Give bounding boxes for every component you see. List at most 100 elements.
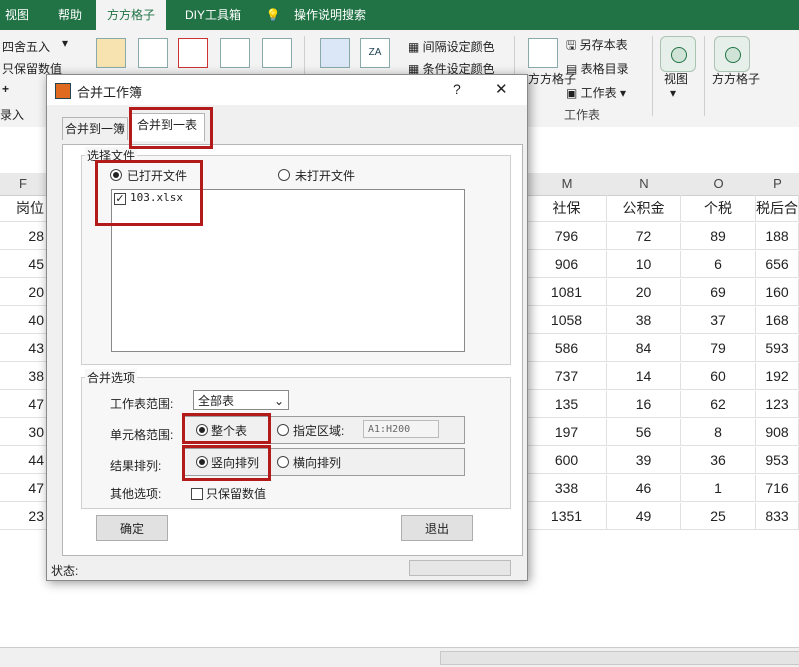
table-cell[interactable]: 47: [0, 391, 46, 418]
column-header-p[interactable]: P: [756, 173, 799, 196]
worksheet-button[interactable]: ▣ 工作表 ▾: [566, 84, 626, 101]
insert-icon[interactable]: [138, 38, 168, 68]
table-cell[interactable]: 135: [527, 391, 607, 418]
table-cell[interactable]: 72: [607, 223, 681, 250]
table-cell[interactable]: 8: [681, 419, 756, 446]
table-cell[interactable]: 43: [0, 335, 46, 362]
table-cell[interactable]: 20: [607, 279, 681, 306]
exit-button[interactable]: 退出: [401, 515, 473, 541]
table-cell[interactable]: 197: [527, 419, 607, 446]
header-cell[interactable]: 税后合: [756, 195, 799, 222]
table-cell[interactable]: 123: [756, 391, 799, 418]
round-button[interactable]: 四舍五入: [2, 38, 50, 55]
table-cell[interactable]: 14: [607, 363, 681, 390]
table-cell[interactable]: 46: [607, 475, 681, 502]
sheet-range-select[interactable]: 全部表 ⌄: [193, 390, 289, 410]
table-cell[interactable]: 44: [0, 447, 46, 474]
table-cell[interactable]: 796: [527, 223, 607, 250]
table-cell[interactable]: 37: [681, 307, 756, 334]
header-cell[interactable]: 公积金: [607, 195, 681, 222]
table-cell[interactable]: 16: [607, 391, 681, 418]
chevron-down-icon[interactable]: ▾: [62, 36, 68, 50]
values-only-checkbox[interactable]: [191, 488, 203, 500]
table-cell[interactable]: 338: [527, 475, 607, 502]
table-cell[interactable]: 36: [681, 447, 756, 474]
column-header-o[interactable]: O: [681, 173, 757, 196]
unopened-files-radio[interactable]: [278, 169, 290, 181]
table-cell[interactable]: 20: [0, 279, 46, 306]
tab-search[interactable]: 操作说明搜索: [290, 0, 370, 30]
table-cell[interactable]: 188: [756, 223, 799, 250]
column-header-m[interactable]: M: [527, 173, 608, 196]
table-cell[interactable]: 56: [607, 419, 681, 446]
horizontal-radio[interactable]: [277, 456, 289, 468]
table-cell[interactable]: 6: [681, 251, 756, 278]
column-header-n[interactable]: N: [607, 173, 682, 196]
plus-icon[interactable]: +: [2, 82, 9, 96]
header-cell[interactable]: 社保: [527, 195, 607, 222]
column-header-f[interactable]: F: [0, 173, 47, 196]
table-cell[interactable]: 737: [527, 363, 607, 390]
fangfanggezi-icon[interactable]: [714, 36, 750, 72]
horizontal-scrollbar[interactable]: [440, 651, 799, 665]
table-cell[interactable]: 28: [0, 223, 46, 250]
table-cell[interactable]: 89: [681, 223, 756, 250]
table-cell[interactable]: 716: [756, 475, 799, 502]
table-cell[interactable]: 60: [681, 363, 756, 390]
table-cell[interactable]: 38: [607, 307, 681, 334]
table-cell[interactable]: 656: [756, 251, 799, 278]
paste-icon[interactable]: [96, 38, 126, 68]
header-cell[interactable]: 岗位: [0, 195, 46, 222]
table-cell[interactable]: 79: [681, 335, 756, 362]
tab-merge-to-workbook[interactable]: 合并到一簿: [62, 117, 128, 140]
header-cell[interactable]: 个税: [681, 195, 756, 222]
summary-split-icon[interactable]: [528, 38, 558, 68]
find-icon[interactable]: [262, 38, 292, 68]
table-cell[interactable]: 47: [0, 475, 46, 502]
sheet-index-button[interactable]: ▤ 表格目录: [566, 60, 629, 77]
sort-icon[interactable]: ZA: [360, 38, 390, 68]
view-icon[interactable]: [660, 36, 696, 72]
tab-help[interactable]: 帮助: [48, 0, 92, 30]
tab-fangfanggezi[interactable]: 方方格子: [96, 0, 166, 30]
table-cell[interactable]: 168: [756, 307, 799, 334]
save-sheet-button[interactable]: 🖫 另存本表: [566, 36, 628, 57]
chevron-down-icon[interactable]: ▾: [670, 86, 676, 100]
refresh-icon[interactable]: [220, 38, 250, 68]
table-cell[interactable]: 30: [0, 419, 46, 446]
fangfanggezi-button[interactable]: 方方格子: [712, 70, 760, 87]
table-cell[interactable]: 600: [527, 447, 607, 474]
table-cell[interactable]: 833: [756, 503, 799, 530]
table-cell[interactable]: 160: [756, 279, 799, 306]
interval-color-button[interactable]: ▦ 间隔设定颜色: [408, 38, 495, 55]
table-cell[interactable]: 906: [527, 251, 607, 278]
table-cell[interactable]: 39: [607, 447, 681, 474]
table-cell[interactable]: 69: [681, 279, 756, 306]
table-cell[interactable]: 25: [681, 503, 756, 530]
area-input[interactable]: A1:H200: [363, 420, 439, 438]
table-cell[interactable]: 586: [527, 335, 607, 362]
ok-button[interactable]: 确定: [96, 515, 168, 541]
table-cell[interactable]: 10: [607, 251, 681, 278]
table-cell[interactable]: 1351: [527, 503, 607, 530]
table-cell[interactable]: 23: [0, 503, 46, 530]
color-grid-icon[interactable]: [320, 38, 350, 68]
tab-view[interactable]: 视图: [0, 0, 34, 30]
table-cell[interactable]: 953: [756, 447, 799, 474]
tab-diy-toolbox[interactable]: DIY工具箱: [176, 0, 250, 30]
close-icon[interactable]: ✕: [495, 80, 508, 98]
table-cell[interactable]: 1081: [527, 279, 607, 306]
table-cell[interactable]: 38: [0, 363, 46, 390]
table-cell[interactable]: 593: [756, 335, 799, 362]
table-cell[interactable]: 192: [756, 363, 799, 390]
table-cell[interactable]: 908: [756, 419, 799, 446]
help-icon[interactable]: ?: [453, 81, 461, 97]
table-cell[interactable]: 62: [681, 391, 756, 418]
table-cell[interactable]: 40: [0, 307, 46, 334]
table-cell[interactable]: 45: [0, 251, 46, 278]
table-cell[interactable]: 1058: [527, 307, 607, 334]
view-button[interactable]: 视图: [664, 70, 688, 87]
table-cell[interactable]: 49: [607, 503, 681, 530]
specified-area-radio[interactable]: [277, 424, 289, 436]
delete-icon[interactable]: [178, 38, 208, 68]
